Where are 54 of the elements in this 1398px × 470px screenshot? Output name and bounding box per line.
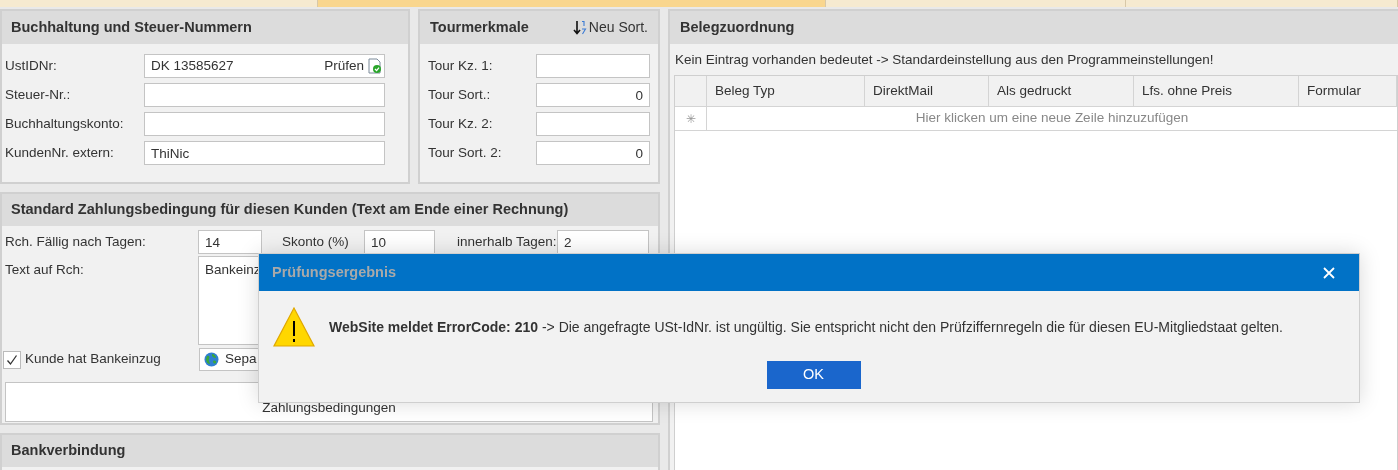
tab[interactable] [318,0,826,7]
checkbox-label: Kunde hat Bankeinzug [25,350,161,369]
column-header[interactable]: Als gedruckt [989,76,1134,106]
info-text: Kein Eintrag vorhanden bedeutet -> Standardeinstellung aus den Programmeinstellungen! [674,51,1215,69]
warning-icon [273,307,315,347]
input-field[interactable]: 14 [198,230,262,254]
field-label: Skonto (%) [282,232,350,251]
field-label: Rch. Fällig nach Tagen: [5,232,147,251]
field-label: Tour Kz. 1: [428,56,494,75]
panel-title: Standard Zahlungsbedingung für diesen Kunden (Text am Ende einer Rechnung) [2,194,658,226]
input-field[interactable] [144,83,385,107]
input-field[interactable]: DK 13585627 Prüfen [144,54,385,78]
field-label: innerhalb Tagen: [457,232,557,251]
field-label: Buchhaltungskonto: [5,114,125,133]
field-label: Steuer-Nr.: [5,85,72,104]
input-field[interactable]: 2 [557,230,649,254]
check-icon [6,353,18,366]
tab[interactable] [1126,0,1398,7]
field-label: UstIDNr: [5,56,58,75]
input-field[interactable] [536,112,650,136]
sort-button[interactable]: Neu Sort. [572,17,648,38]
new-row-icon: ✳ [685,112,696,125]
globe-icon [204,352,219,367]
input-field[interactable]: 0 [536,83,650,107]
dialog-title: Prüfungsergebnis [272,262,397,282]
column-header[interactable]: DirektMail [865,76,989,106]
tab[interactable] [0,0,318,7]
field-label: KundenNr. extern: [5,143,115,162]
field-label: Text auf Rch: [5,261,85,279]
field-label: Tour Kz. 2: [428,114,494,133]
column-header[interactable]: Lfs. ohne Preis [1134,76,1299,106]
ok-button[interactable]: OK [766,361,861,389]
document-check-icon [368,58,382,74]
panel-title: Bankverbindung [2,435,658,467]
checkbox[interactable] [3,350,21,369]
input-field[interactable]: 10 [364,230,435,254]
field-value: DK 13585627 [151,56,234,75]
new-row-hint[interactable]: Hier klicken um eine neue Zeile hinzuzufügen [915,108,1189,129]
panel-title: Tourmerkmale [430,17,529,37]
field-label: Tour Sort.: [428,85,492,104]
close-icon[interactable] [1323,266,1335,279]
input-field[interactable] [536,54,650,78]
field-label: Tour Sort. 2: [428,143,503,162]
input-field[interactable]: 0 [536,141,650,165]
dialog-message: WebSite meldet ErrorCode: 210 -> Die angefragte USt-IdNr. ist ungültig. Sie entspricht nicht den Prüfziffernregeln die für diesen EU-Mitgliedstaat gelten. [329,317,1283,337]
input-field[interactable]: ThiNic [144,141,385,165]
tab[interactable] [826,0,1126,7]
column-header[interactable]: Beleg Typ [707,76,865,106]
input-field[interactable] [144,112,385,136]
panel-title: Belegzuordnung [670,11,1398,44]
column-header[interactable]: Formular [1299,76,1397,106]
sort-icon [572,20,587,35]
panel-title: Buchhaltung und Steuer-Nummern [2,11,408,44]
check-button[interactable]: Prüfen [324,55,382,77]
